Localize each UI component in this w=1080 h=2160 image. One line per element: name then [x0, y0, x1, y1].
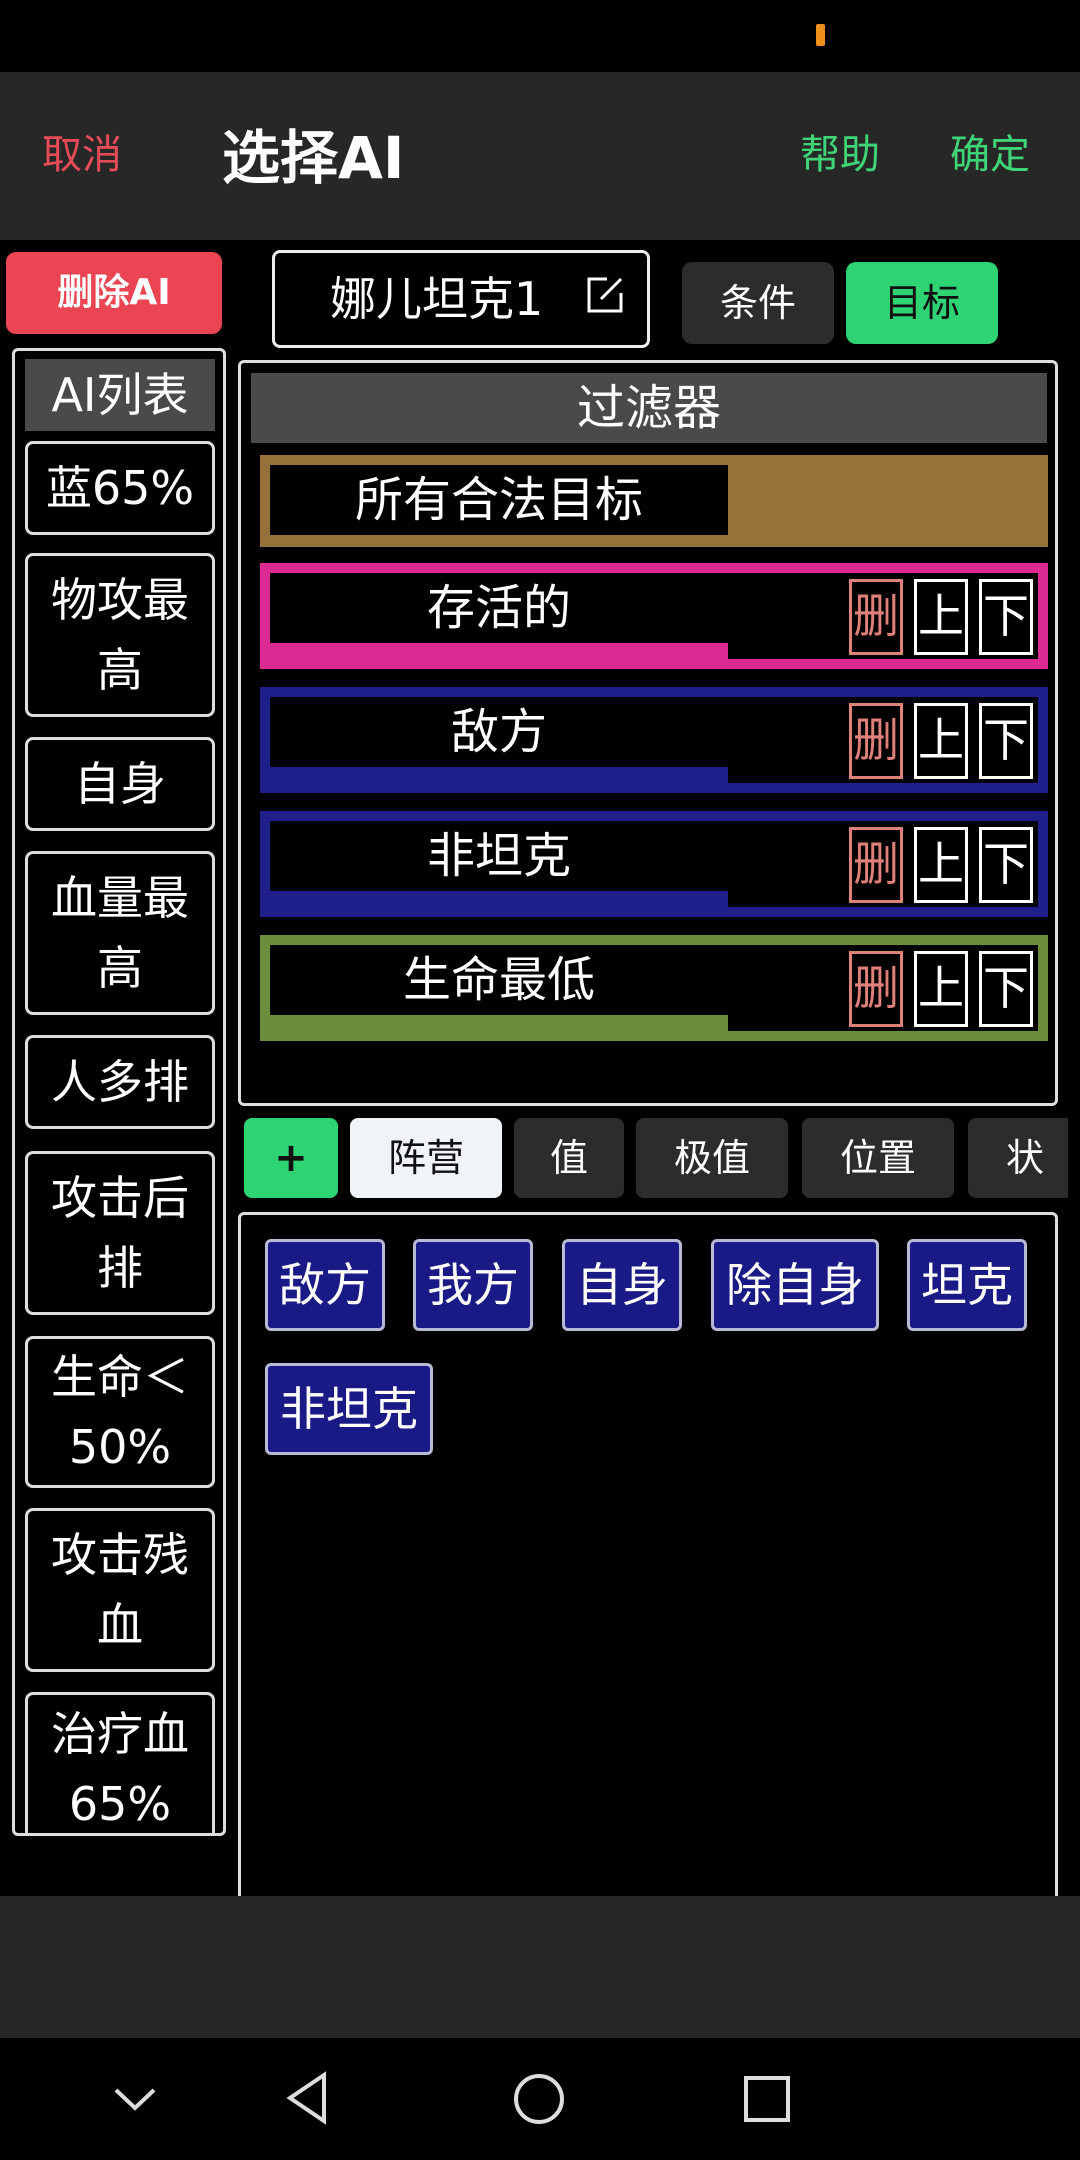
ai-list[interactable]: AI列表 蓝65% 物攻最高 自身 血量最高 人多排 攻击后排 生命＜50% 攻… — [12, 348, 226, 1836]
ai-name-field[interactable]: 娜儿坦克1 — [272, 250, 650, 348]
filter-move-up-button[interactable]: 上 — [914, 579, 968, 655]
status-bar — [0, 0, 1080, 72]
option-chip[interactable]: 除自身 — [711, 1239, 879, 1331]
ai-list-item[interactable]: 人多排 — [25, 1035, 215, 1129]
ai-list-title: AI列表 — [25, 359, 215, 431]
recents-icon[interactable] — [742, 2074, 792, 2124]
tab-target[interactable]: 目标 — [846, 262, 998, 344]
filter-row-label: 所有合法目标 — [354, 472, 643, 528]
filter-row[interactable]: 存活的 删 上 下 — [260, 563, 1048, 669]
filter-row-label: 非坦克 — [426, 828, 571, 884]
filter-delete-button[interactable]: 删 — [849, 827, 903, 903]
filter-row-label-box: 存活的 — [270, 573, 728, 643]
help-button[interactable]: 帮助 — [800, 125, 880, 185]
ai-list-item[interactable]: 攻击残血 — [25, 1508, 215, 1672]
option-chip[interactable]: 我方 — [413, 1239, 533, 1331]
filter-row-label-box: 非坦克 — [270, 821, 728, 891]
chevron-down-icon[interactable] — [110, 2080, 160, 2120]
filter-row-label: 生命最低 — [402, 952, 595, 1008]
filter-move-down-button[interactable]: 下 — [979, 827, 1033, 903]
filter-delete-button[interactable]: 删 — [849, 951, 903, 1027]
filter-move-up-button[interactable]: 上 — [914, 951, 968, 1027]
filter-row-label-box: 生命最低 — [270, 945, 728, 1015]
category-tab-position[interactable]: 位置 — [802, 1118, 954, 1198]
filter-move-down-button[interactable]: 下 — [979, 951, 1033, 1027]
ai-list-item[interactable]: 血量最高 — [25, 851, 215, 1015]
ai-list-item[interactable]: 治疗血65% — [25, 1692, 215, 1833]
ai-name-text: 娜儿坦克1 — [330, 272, 544, 326]
ai-list-item[interactable]: 攻击后排 — [25, 1151, 215, 1315]
confirm-button[interactable]: 确定 — [950, 125, 1030, 185]
option-chip[interactable]: 非坦克 — [265, 1363, 433, 1455]
filter-row[interactable]: 非坦克 删 上 下 — [260, 811, 1048, 917]
filter-row[interactable]: 所有合法目标 — [260, 455, 1048, 547]
filter-panel: 过滤器 所有合法目标 存活的 删 上 下 敌方 删 上 下 非坦克 删 上 下 … — [238, 360, 1058, 1106]
top-bar — [0, 72, 1080, 240]
page-title: 选择AI — [222, 124, 405, 192]
filter-move-up-button[interactable]: 上 — [914, 703, 968, 779]
filter-row[interactable]: 生命最低 删 上 下 — [260, 935, 1048, 1041]
system-nav-bar — [0, 2038, 1080, 2160]
delete-ai-button[interactable]: 删除AI — [6, 252, 222, 334]
filter-row-label: 存活的 — [426, 580, 571, 636]
edit-icon[interactable] — [585, 275, 625, 315]
ai-list-item[interactable]: 物攻最高 — [25, 553, 215, 717]
option-chip[interactable]: 敌方 — [265, 1239, 385, 1331]
ai-list-item[interactable]: 自身 — [25, 737, 215, 831]
category-tab-camp[interactable]: 阵营 — [350, 1118, 502, 1198]
ai-list-item[interactable]: 蓝65% — [25, 441, 215, 535]
home-icon[interactable] — [512, 2072, 566, 2126]
filter-delete-button[interactable]: 删 — [849, 703, 903, 779]
category-tab-value[interactable]: 值 — [514, 1118, 624, 1198]
filter-row-label: 敌方 — [450, 704, 547, 760]
category-tab-extreme[interactable]: 极值 — [636, 1118, 788, 1198]
option-chip[interactable]: 坦克 — [907, 1239, 1027, 1331]
filter-move-up-button[interactable]: 上 — [914, 827, 968, 903]
add-filter-button[interactable]: + — [244, 1118, 338, 1198]
filter-move-down-button[interactable]: 下 — [979, 703, 1033, 779]
filter-delete-button[interactable]: 删 — [849, 579, 903, 655]
filter-title: 过滤器 — [251, 373, 1047, 443]
back-icon[interactable] — [282, 2070, 332, 2126]
option-panel: 敌方 我方 自身 除自身 坦克 非坦克 — [238, 1212, 1058, 1906]
bottom-area — [0, 1896, 1080, 2038]
filter-row-label-box: 敌方 — [270, 697, 728, 767]
cancel-button[interactable]: 取消 — [42, 125, 122, 185]
filter-row-label-box: 所有合法目标 — [270, 465, 728, 535]
filter-move-down-button[interactable]: 下 — [979, 579, 1033, 655]
category-tab-status[interactable]: 状态 — [968, 1118, 1068, 1198]
option-chip[interactable]: 自身 — [562, 1239, 682, 1331]
tab-condition[interactable]: 条件 — [682, 262, 834, 344]
filter-row[interactable]: 敌方 删 上 下 — [260, 687, 1048, 793]
ai-list-item[interactable]: 生命＜50% — [25, 1336, 215, 1488]
battery-indicator-icon — [816, 24, 825, 46]
